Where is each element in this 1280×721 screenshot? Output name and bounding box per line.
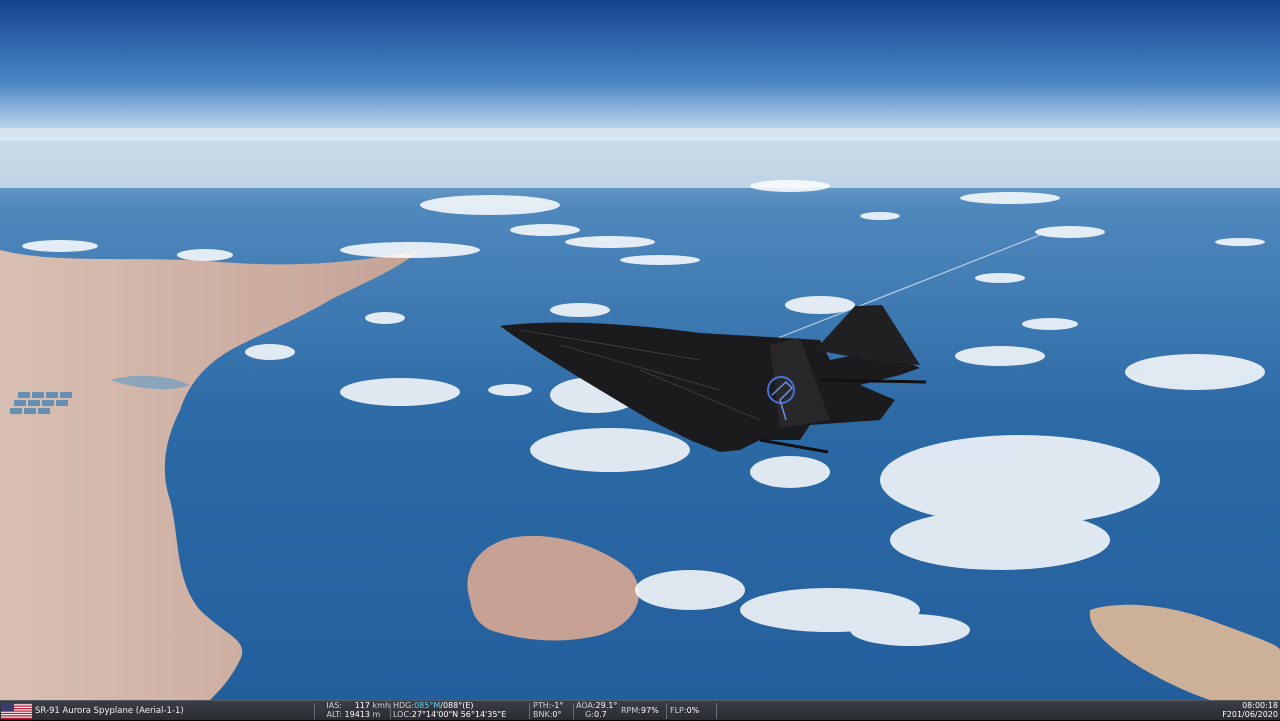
flaps-readout: FLP:0% xyxy=(670,701,710,721)
flight-view xyxy=(0,0,1280,700)
pth-value: -1° xyxy=(551,701,564,710)
rpm-label: RPM: xyxy=(621,706,641,715)
clock-time: 08:00:18 xyxy=(1242,701,1278,710)
alt-unit: m xyxy=(372,710,381,719)
g-value: 0.7 xyxy=(594,710,607,719)
status-bar: SR-91 Aurora Spyplane (Aerial-1-1) IAS: 1… xyxy=(0,700,1280,720)
sky xyxy=(0,0,1280,150)
rpm-readout: RPM:97% xyxy=(621,701,665,721)
hdg-true-value: /088°(E) xyxy=(440,701,474,710)
pth-label: PTH: xyxy=(533,701,552,710)
flp-label: FLP: xyxy=(670,706,687,715)
bnk-value: 0° xyxy=(552,710,562,719)
ias-unit: kmh xyxy=(372,701,391,710)
loc-value: 27°14'00"N 56°14'35"E xyxy=(411,710,507,719)
g-label: G: xyxy=(585,710,594,719)
hdg-label: HDG: xyxy=(393,701,415,710)
attitude-readout: PTH:-1° BNK:0° xyxy=(533,701,573,721)
speed-altitude-readout: IAS: 117 kmh ALT: 19413 m xyxy=(318,701,390,721)
loc-label: LOC: xyxy=(393,710,412,719)
flp-value: 0% xyxy=(686,706,700,715)
aircraft-name: SR-91 Aurora Spyplane (Aerial-1-1) xyxy=(35,706,184,716)
hdg-magnetic-value: 085°M xyxy=(414,701,441,710)
rpm-value: 97% xyxy=(640,706,659,715)
alt-value: 19413 xyxy=(344,710,370,719)
aoa-g-readout: AOA:29.1° G:0.7 xyxy=(576,701,620,721)
heading-location-readout: HDG:085°M/088°(E) LOC:27°14'00"N 56°14'3… xyxy=(393,701,528,721)
horizon-haze xyxy=(0,128,1280,188)
bnk-label: BNK: xyxy=(533,710,553,719)
clock-date: F201/06/2020 xyxy=(1222,710,1278,719)
aoa-label: AOA: xyxy=(576,701,596,710)
alt-label: ALT: xyxy=(326,710,342,719)
aoa-value: 29.1° xyxy=(595,701,618,710)
clock-readout: 08:00:18 F201/06/2020 xyxy=(1180,701,1278,721)
us-flag-icon xyxy=(1,703,32,719)
